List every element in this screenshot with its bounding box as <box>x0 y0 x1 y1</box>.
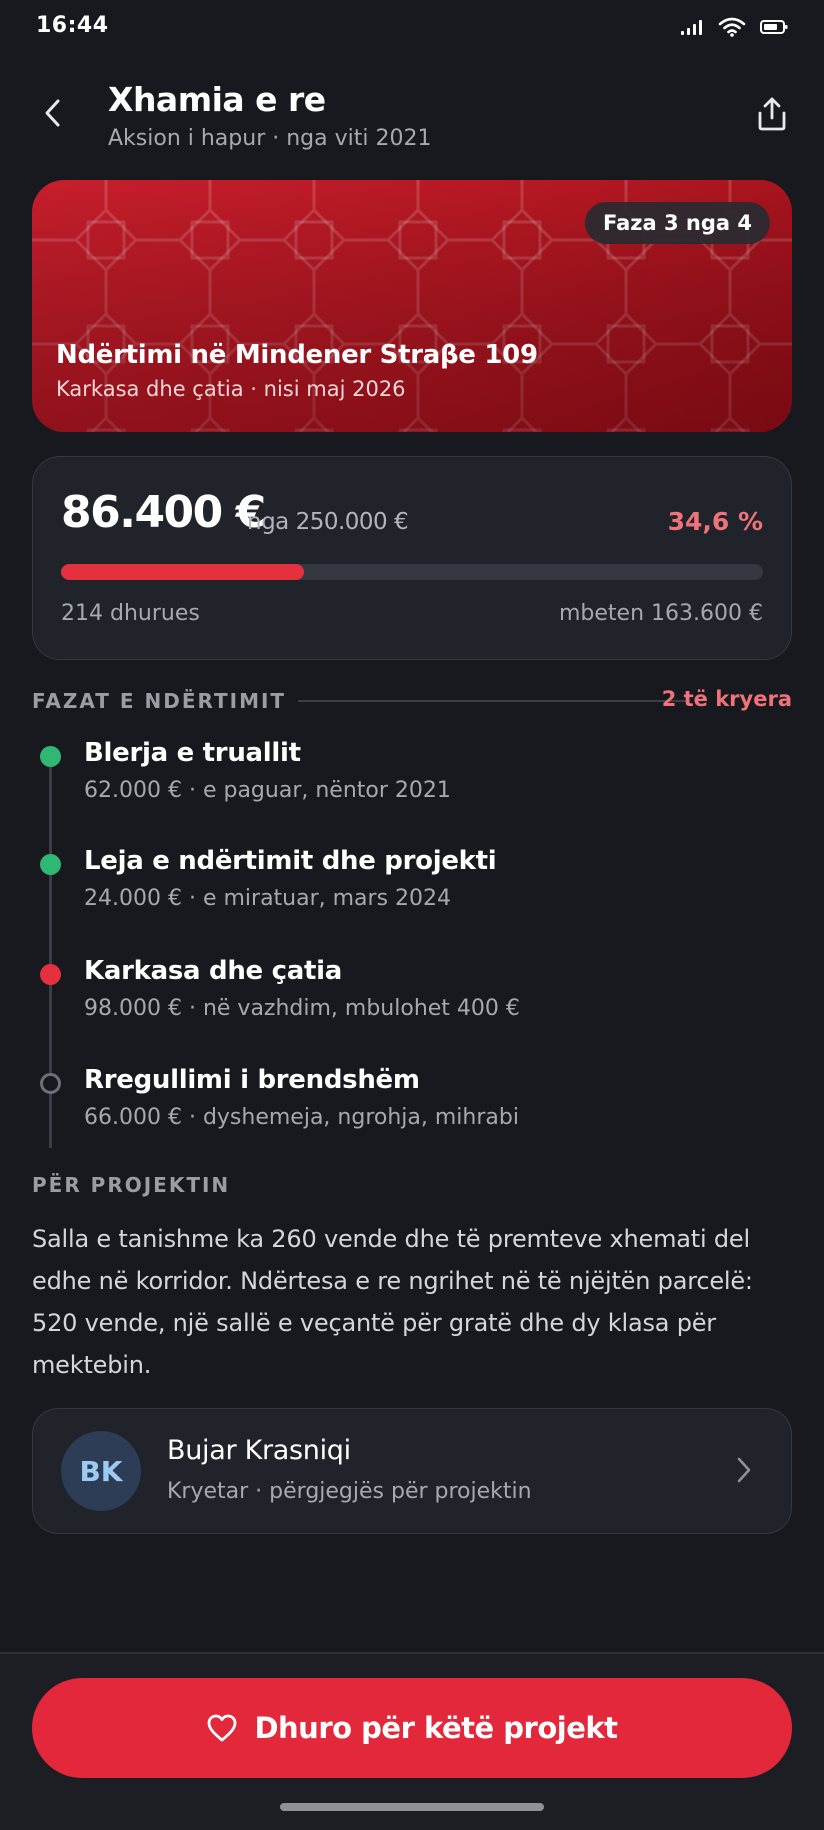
hero-title: Ndërtimi në Mindener Straβe 109 <box>56 340 538 370</box>
timeline-item: Blerja e truallit 62.000 € · e paguar, n… <box>32 738 792 818</box>
status-dot-done <box>40 746 61 767</box>
phases-timeline: Blerja e truallit 62.000 € · e paguar, n… <box>32 738 792 1158</box>
section-divider <box>298 700 690 702</box>
status-dot-active <box>40 964 61 985</box>
raised-amount: 86.400 € <box>61 487 266 538</box>
project-hero-banner: Faza 3 nga 4 Ndërtimi në Mindener Straβe… <box>32 180 792 432</box>
phase-title: Karkasa dhe çatia <box>84 956 342 986</box>
wifi-icon <box>718 17 746 37</box>
status-dot-pending <box>40 1073 61 1094</box>
status-dot-done <box>40 854 61 875</box>
phase-description: 66.000 € · dyshemeja, ngrohja, mihrabi <box>84 1105 519 1130</box>
phase-description: 62.000 € · e paguar, nëntor 2021 <box>84 778 451 803</box>
timeline-item: Karkasa dhe çatia 98.000 € · në vazhdim,… <box>32 956 792 1036</box>
signal-icon <box>680 18 704 36</box>
about-text: Salla e tanishme ka 260 vende dhe të pre… <box>32 1225 753 1379</box>
phase-description: 98.000 € · në vazhdim, mbulohet 400 € <box>84 996 520 1021</box>
phase-title: Blerja e truallit <box>84 738 301 768</box>
timeline-item: Rregullimi i brendshëm 66.000 € · dyshem… <box>32 1065 792 1145</box>
goal-amount: nga 250.000 € <box>247 509 409 535</box>
status-time: 16:44 <box>36 13 109 38</box>
status-icons <box>680 17 788 37</box>
about-section-label: PËR PROJEKTIN <box>32 1173 231 1197</box>
phases-section-header: FAZAT E NDËRTIMIT 2 të kryera <box>32 686 792 716</box>
progress-bar <box>61 564 763 580</box>
contact-card[interactable]: BK Bujar Krasniqi Kryetar · përgjegjës p… <box>32 1408 792 1534</box>
phase-title: Leja e ndërtimit dhe projekti <box>84 846 497 876</box>
progress-percent: 34,6 % <box>667 507 763 536</box>
heart-icon <box>208 1714 237 1742</box>
donate-button[interactable]: Dhuro për këtë projekt <box>32 1678 792 1778</box>
fundraising-progress-card: 86.400 € nga 250.000 € 34,6 % 214 dhurue… <box>32 456 792 660</box>
progress-bar-fill <box>61 564 304 580</box>
share-button[interactable] <box>752 94 792 134</box>
home-indicator[interactable] <box>280 1803 544 1811</box>
battery-icon <box>760 19 788 35</box>
status-bar: 16:44 <box>0 0 824 58</box>
chevron-left-icon <box>45 99 60 127</box>
phase-title: Rregullimi i brendshëm <box>84 1065 420 1095</box>
donate-button-label: Dhuro për këtë projekt <box>254 1711 618 1745</box>
hero-subtitle: Karkasa dhe çatia · nisi maj 2026 <box>56 377 406 401</box>
phases-done-count: 2 të kryera <box>661 687 792 711</box>
share-icon <box>758 97 786 131</box>
back-button[interactable] <box>34 94 72 132</box>
contact-role: Kryetar · përgjegjës për projektin <box>167 1479 532 1504</box>
chevron-right-icon <box>727 1453 761 1487</box>
contact-name: Bujar Krasniqi <box>167 1435 351 1466</box>
donor-count: 214 dhurues <box>61 601 200 626</box>
remaining-amount: mbeten 163.600 € <box>559 601 763 626</box>
phase-badge: Faza 3 nga 4 <box>585 202 770 244</box>
phase-description: 24.000 € · e miratuar, mars 2024 <box>84 886 452 911</box>
avatar: BK <box>61 1431 141 1511</box>
page-title: Xhamia e re <box>108 80 326 119</box>
page-subtitle: Aksion i hapur · nga viti 2021 <box>108 126 432 151</box>
phases-section-label: FAZAT E NDËRTIMIT <box>32 689 287 713</box>
timeline-item: Leja e ndërtimit dhe projekti 24.000 € ·… <box>32 846 792 926</box>
header: Xhamia e re Aksion i hapur · nga viti 20… <box>0 70 824 160</box>
